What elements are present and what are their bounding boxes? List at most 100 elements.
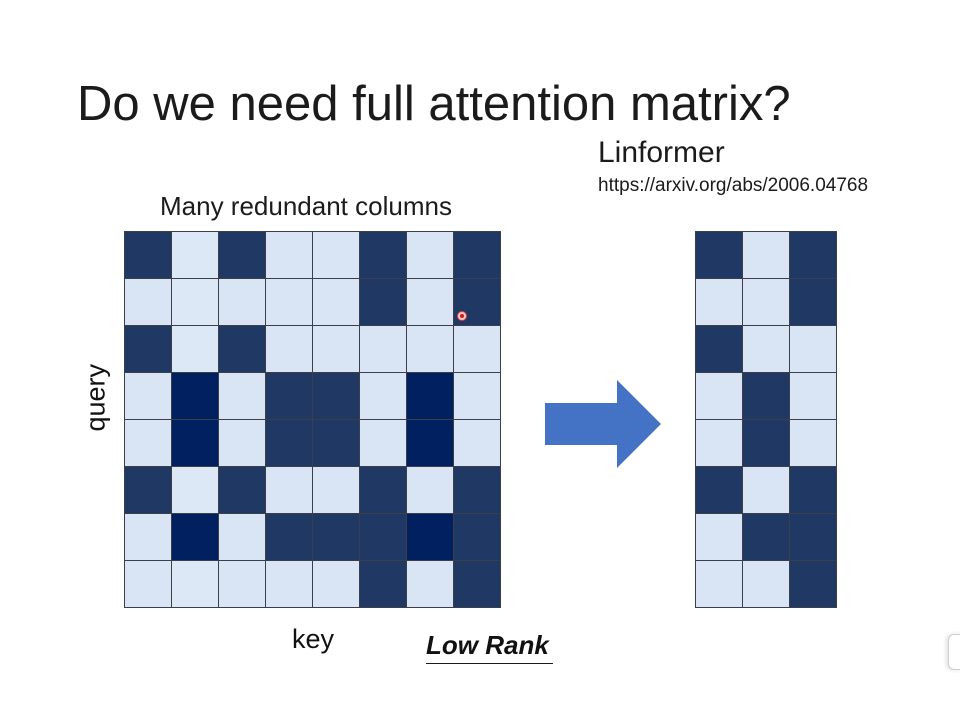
full-matrix-cell — [266, 232, 313, 279]
full-matrix-cell — [313, 467, 360, 514]
full-matrix-cell — [407, 561, 454, 608]
full-matrix-cell — [313, 514, 360, 561]
full-matrix-cell — [172, 326, 219, 373]
query-axis-label: query — [80, 363, 111, 432]
low-rank-cell — [790, 279, 837, 326]
full-matrix-cell — [266, 420, 313, 467]
full-matrix-cell — [125, 514, 172, 561]
full-matrix-cell — [313, 373, 360, 420]
full-matrix-cell — [313, 232, 360, 279]
full-matrix-cell — [360, 373, 407, 420]
full-matrix-cell — [360, 232, 407, 279]
full-matrix-cell — [172, 561, 219, 608]
right-arrow-icon — [545, 380, 661, 468]
full-matrix-cell — [266, 326, 313, 373]
full-matrix-cell — [125, 326, 172, 373]
low-rank-label: Low Rank — [426, 630, 549, 660]
full-matrix-cell — [454, 561, 501, 608]
low-rank-cell — [743, 326, 790, 373]
full-matrix-cell — [219, 420, 266, 467]
full-matrix-cell — [172, 279, 219, 326]
full-matrix-cell — [172, 467, 219, 514]
low-rank-cell — [743, 561, 790, 608]
full-matrix-cell — [360, 514, 407, 561]
reference-name: Linformer — [598, 136, 725, 169]
full-matrix-cell — [407, 326, 454, 373]
full-matrix-cell — [219, 279, 266, 326]
low-rank-cell — [696, 514, 743, 561]
full-matrix-cell — [454, 420, 501, 467]
full-matrix-cell — [407, 279, 454, 326]
full-matrix-cell — [125, 467, 172, 514]
full-matrix-cell — [313, 279, 360, 326]
full-matrix-cell — [125, 420, 172, 467]
low-rank-underline — [426, 663, 553, 664]
low-rank-cell — [743, 279, 790, 326]
full-matrix-cell — [172, 373, 219, 420]
full-matrix-cell — [125, 561, 172, 608]
full-matrix-cell — [219, 561, 266, 608]
low-rank-cell — [790, 420, 837, 467]
full-matrix-cell — [454, 326, 501, 373]
full-matrix-cell — [454, 514, 501, 561]
key-axis-label: key — [292, 624, 335, 654]
full-matrix-cell — [266, 561, 313, 608]
low-rank-cell — [790, 467, 837, 514]
full-matrix-cell — [407, 467, 454, 514]
pointer-cursor — [457, 311, 467, 321]
full-matrix-cell — [360, 420, 407, 467]
low-rank-cell — [743, 420, 790, 467]
matrix-caption: Many redundant columns — [160, 191, 452, 221]
low-rank-cell — [790, 561, 837, 608]
full-matrix-cell — [407, 420, 454, 467]
low-rank-cell — [696, 420, 743, 467]
full-matrix-cell — [407, 373, 454, 420]
full-matrix-cell — [454, 467, 501, 514]
low-rank-cell — [743, 514, 790, 561]
reference-url[interactable]: https://arxiv.org/abs/2006.04768 — [598, 175, 868, 197]
full-matrix-cell — [360, 326, 407, 373]
low-rank-cell — [743, 232, 790, 279]
full-matrix-cell — [125, 232, 172, 279]
slide-title: Do we need full attention matrix? — [77, 77, 791, 131]
full-matrix-cell — [219, 326, 266, 373]
full-matrix-cell — [360, 561, 407, 608]
full-matrix-cell — [125, 279, 172, 326]
full-matrix-cell — [454, 232, 501, 279]
low-rank-cell — [790, 514, 837, 561]
full-matrix-cell — [360, 279, 407, 326]
full-matrix-cell — [172, 232, 219, 279]
full-matrix-cell — [172, 420, 219, 467]
full-matrix-cell — [172, 514, 219, 561]
full-matrix-cell — [360, 467, 407, 514]
full-matrix-cell — [454, 373, 501, 420]
full-attention-matrix — [124, 231, 501, 608]
full-matrix-cell — [266, 373, 313, 420]
full-matrix-cell — [219, 373, 266, 420]
full-matrix-cell — [407, 514, 454, 561]
full-matrix-cell — [313, 561, 360, 608]
low-rank-cell — [790, 326, 837, 373]
low-rank-cell — [696, 326, 743, 373]
low-rank-cell — [696, 373, 743, 420]
full-matrix-cell — [266, 279, 313, 326]
low-rank-cell — [790, 232, 837, 279]
full-matrix-cell — [219, 514, 266, 561]
low-rank-cell — [743, 373, 790, 420]
full-matrix-cell — [219, 467, 266, 514]
low-rank-matrix — [695, 231, 837, 608]
low-rank-cell — [743, 467, 790, 514]
low-rank-cell — [696, 279, 743, 326]
low-rank-cell — [790, 373, 837, 420]
full-matrix-cell — [219, 232, 266, 279]
full-matrix-cell — [266, 467, 313, 514]
low-rank-cell — [696, 561, 743, 608]
side-panel-handle[interactable] — [948, 634, 960, 670]
low-rank-cell — [696, 467, 743, 514]
full-matrix-cell — [407, 232, 454, 279]
full-matrix-cell — [266, 514, 313, 561]
full-matrix-cell — [125, 373, 172, 420]
full-matrix-cell — [313, 420, 360, 467]
low-rank-cell — [696, 232, 743, 279]
full-matrix-cell — [313, 326, 360, 373]
